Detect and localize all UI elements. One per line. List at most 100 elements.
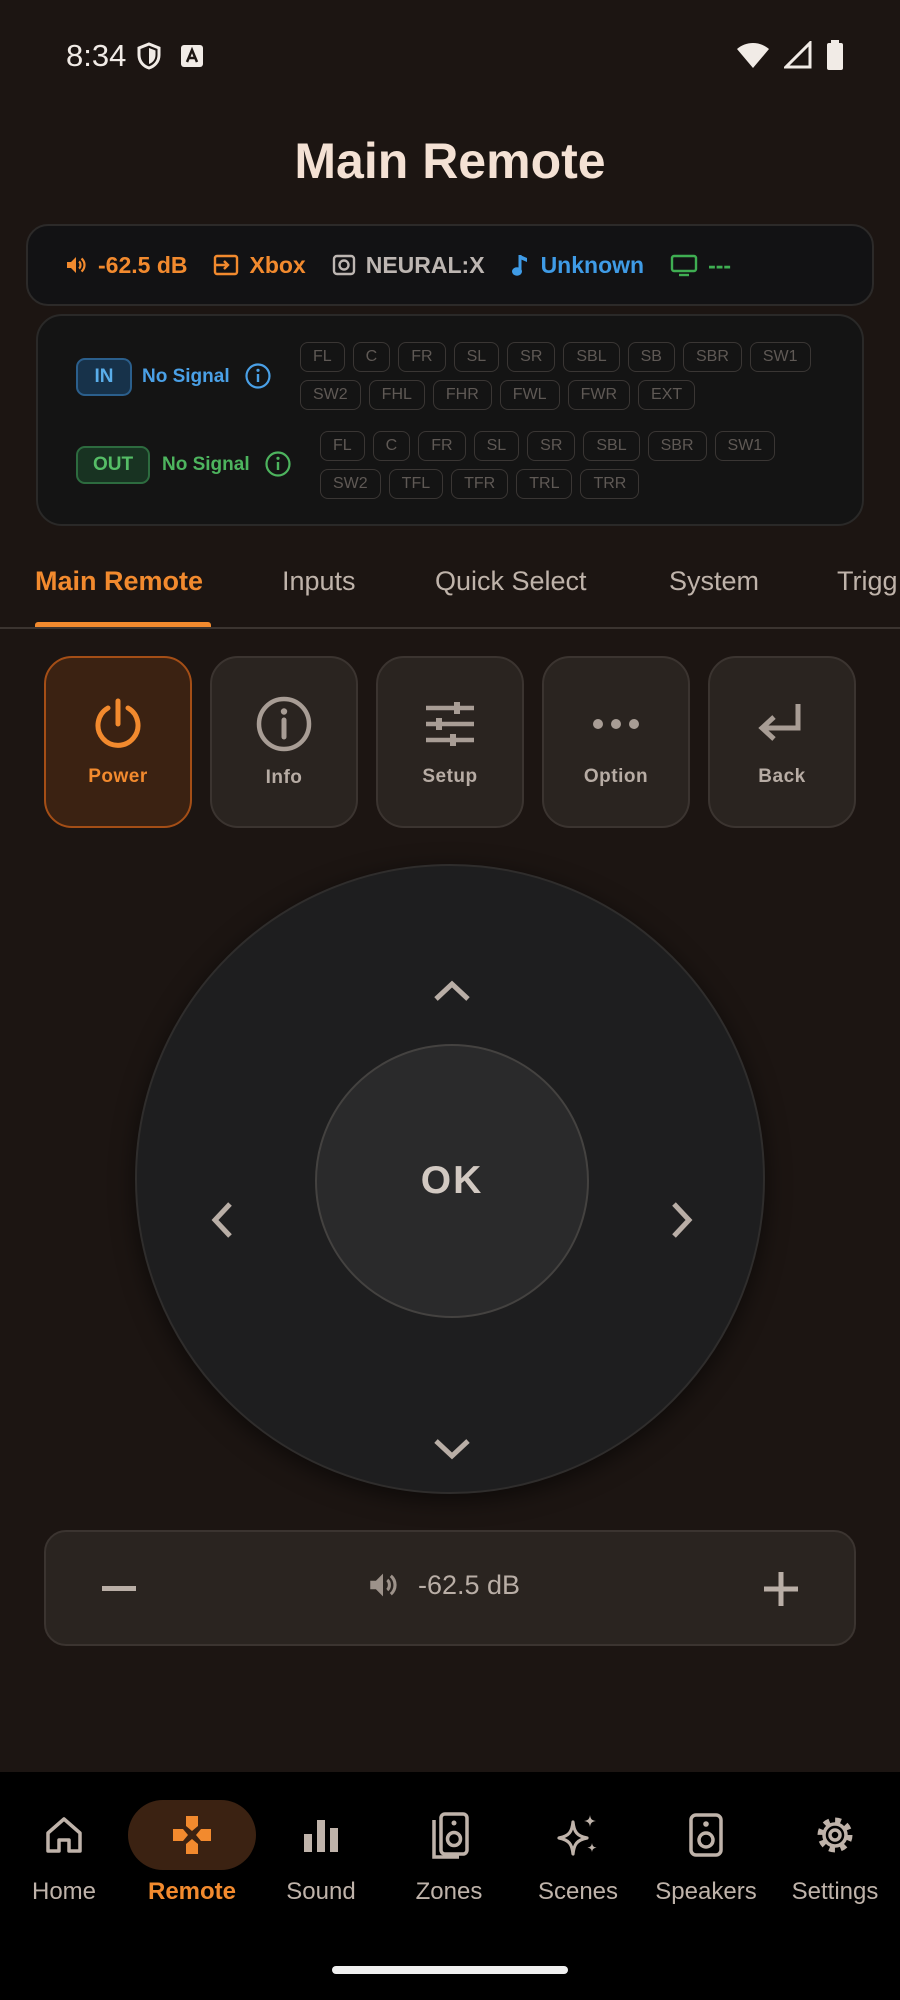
option-button[interactable]: Option [542, 656, 690, 828]
input-channel-chip: SW2 [300, 380, 361, 410]
info-icon [256, 696, 312, 752]
dpad-left-button[interactable] [181, 1180, 261, 1260]
quick-actions: Power Info Setup Option Back [44, 656, 856, 828]
output-channel-chip: SW2 [320, 469, 381, 499]
nav-zones[interactable]: Zones [385, 1800, 513, 1906]
nav-speakers[interactable]: Speakers [642, 1800, 770, 1906]
input-channel-chip: FWL [499, 380, 560, 410]
chevron-right-icon [672, 1202, 693, 1238]
speakers-group-icon [432, 1812, 469, 1859]
gear-icon [817, 1817, 853, 1853]
output-channel-chip: TRL [516, 469, 573, 499]
info-button[interactable]: Info [210, 656, 358, 828]
chevron-left-icon [211, 1202, 232, 1238]
speaker-box-icon [689, 1813, 723, 1857]
sliders-icon [426, 702, 474, 746]
summary-volume: -62.5 dB [64, 252, 187, 279]
volume-bar: -62.5 dB [44, 1530, 856, 1646]
input-channel-chip: FL [300, 342, 345, 372]
return-arrow-icon [758, 704, 801, 741]
input-channel-chip: SW1 [749, 342, 811, 372]
ok-button[interactable]: OK [315, 1044, 589, 1318]
output-badge: OUT [76, 446, 150, 484]
bar-chart-icon [304, 1820, 338, 1852]
output-channel-chip: TRR [580, 469, 640, 499]
output-channel-chip: C [372, 431, 411, 461]
input-channel-chip: FHR [432, 380, 492, 410]
output-signal-status: No Signal [162, 454, 250, 475]
nav-sound[interactable]: Sound [257, 1800, 385, 1906]
output-info-icon[interactable] [264, 450, 292, 478]
input-channel-chip: SB [627, 342, 675, 372]
summary-video: --- [670, 252, 731, 279]
dpad-up-button[interactable] [412, 950, 492, 1030]
plus-icon [764, 1572, 798, 1606]
input-channel-chip: C [352, 342, 391, 372]
dpad-down-button[interactable] [412, 1410, 492, 1490]
font-notification-icon [181, 45, 203, 67]
tabs-divider [0, 627, 900, 629]
input-channel-chip: SL [453, 342, 500, 372]
status-summary-card: -62.5 dB Xbox NEURAL:X Unknown --- [26, 224, 874, 306]
tab-inputs[interactable]: Inputs [282, 566, 356, 597]
input-channel-chip: SR [507, 342, 556, 372]
summary-mode: NEURAL:X [332, 252, 485, 279]
input-channel-chip: FWR [567, 380, 631, 410]
volume-icon [370, 1573, 397, 1597]
nav-home[interactable]: Home [0, 1800, 128, 1906]
power-icon [95, 698, 141, 748]
input-channel-chip: FR [398, 342, 446, 372]
input-signal-status: No Signal [142, 366, 230, 387]
status-bar: 8:34 [0, 0, 900, 110]
input-info-icon[interactable] [244, 362, 272, 390]
power-button[interactable]: Power [44, 656, 192, 828]
sparkles-icon [557, 1815, 597, 1856]
nav-remote[interactable]: Remote [128, 1800, 256, 1906]
back-button[interactable]: Back [708, 656, 856, 828]
page-title: Main Remote [294, 133, 606, 189]
screen: 8:34 Main Remote -62.5 dB Xbox NEURAL:X … [0, 0, 900, 2000]
home-icon [46, 1817, 82, 1853]
output-channel-chip: SW1 [714, 431, 776, 461]
cell-signal-icon [784, 41, 812, 69]
output-channel-chip: TFL [388, 469, 444, 499]
setup-button[interactable]: Setup [376, 656, 524, 828]
minus-icon [102, 1586, 136, 1591]
tab-system[interactable]: System [669, 566, 759, 597]
chevron-up-icon [434, 980, 470, 1001]
dpad-right-button[interactable] [643, 1180, 723, 1260]
tab-triggers[interactable]: Trigg [837, 566, 898, 597]
music-note-icon [511, 255, 527, 276]
volume-value: -62.5 dB [418, 1569, 521, 1600]
summary-input: Xbox [213, 252, 306, 279]
output-channel-list: FL C FR SL SR SBL SBR SW1 SW2 TFL TFR TRL TRR [320, 431, 840, 499]
surround-mode-icon [332, 254, 355, 276]
signal-panel: IN No Signal FL C FR SL SR SBL SB SBR SW1 SW2 FHL F… [36, 314, 864, 526]
more-horizontal-icon [593, 719, 639, 729]
input-badge: IN [76, 358, 132, 396]
dpad: OK [135, 864, 765, 1494]
wifi-icon [737, 43, 769, 68]
summary-audio: Unknown [511, 252, 644, 279]
output-channel-chip: SBL [583, 431, 640, 461]
output-channel-chip: TFR [451, 469, 509, 499]
tab-quick-select[interactable]: Quick Select [435, 566, 587, 597]
volume-down-button[interactable] [96, 1566, 142, 1612]
input-channel-chip: EXT [638, 380, 696, 410]
monitor-icon [670, 254, 698, 277]
volume-up-button[interactable] [758, 1566, 804, 1612]
home-indicator[interactable] [332, 1966, 568, 1974]
nav-scenes[interactable]: Scenes [514, 1800, 642, 1906]
input-channel-chip: SBR [682, 342, 742, 372]
chevron-down-icon [434, 1439, 470, 1460]
speaker-icon [67, 257, 86, 273]
output-channel-chip: FR [418, 431, 466, 461]
tab-bar: Main Remote Inputs Quick Select System T… [0, 548, 900, 628]
output-channel-chip: SBR [647, 431, 707, 461]
input-channel-list: FL C FR SL SR SBL SB SBR SW1 SW2 FHL FHR FWL FWR EXT [300, 342, 820, 410]
nav-settings[interactable]: Settings [771, 1800, 899, 1906]
tab-main-remote[interactable]: Main Remote [35, 566, 203, 597]
input-icon [214, 254, 239, 276]
output-channel-chip: FL [320, 431, 365, 461]
input-channel-chip: SBL [563, 342, 620, 372]
